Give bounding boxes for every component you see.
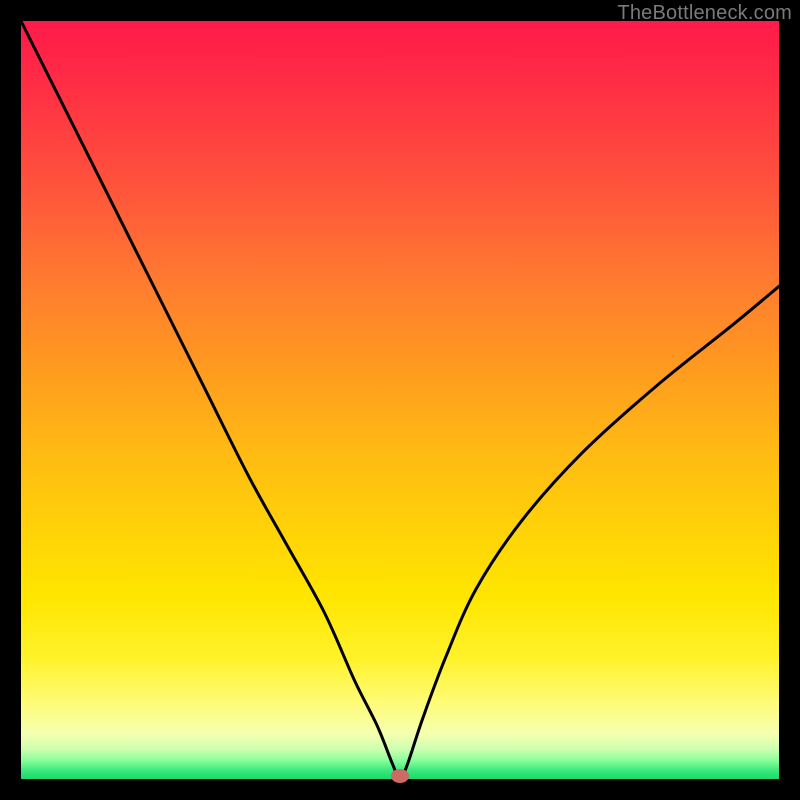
min-point-marker bbox=[391, 769, 409, 783]
bottleneck-curve-path bbox=[21, 21, 779, 779]
chart-plot-area bbox=[21, 21, 779, 779]
watermark-text: TheBottleneck.com bbox=[617, 2, 792, 25]
chart-frame: TheBottleneck.com bbox=[0, 0, 800, 800]
chart-svg bbox=[21, 21, 779, 779]
